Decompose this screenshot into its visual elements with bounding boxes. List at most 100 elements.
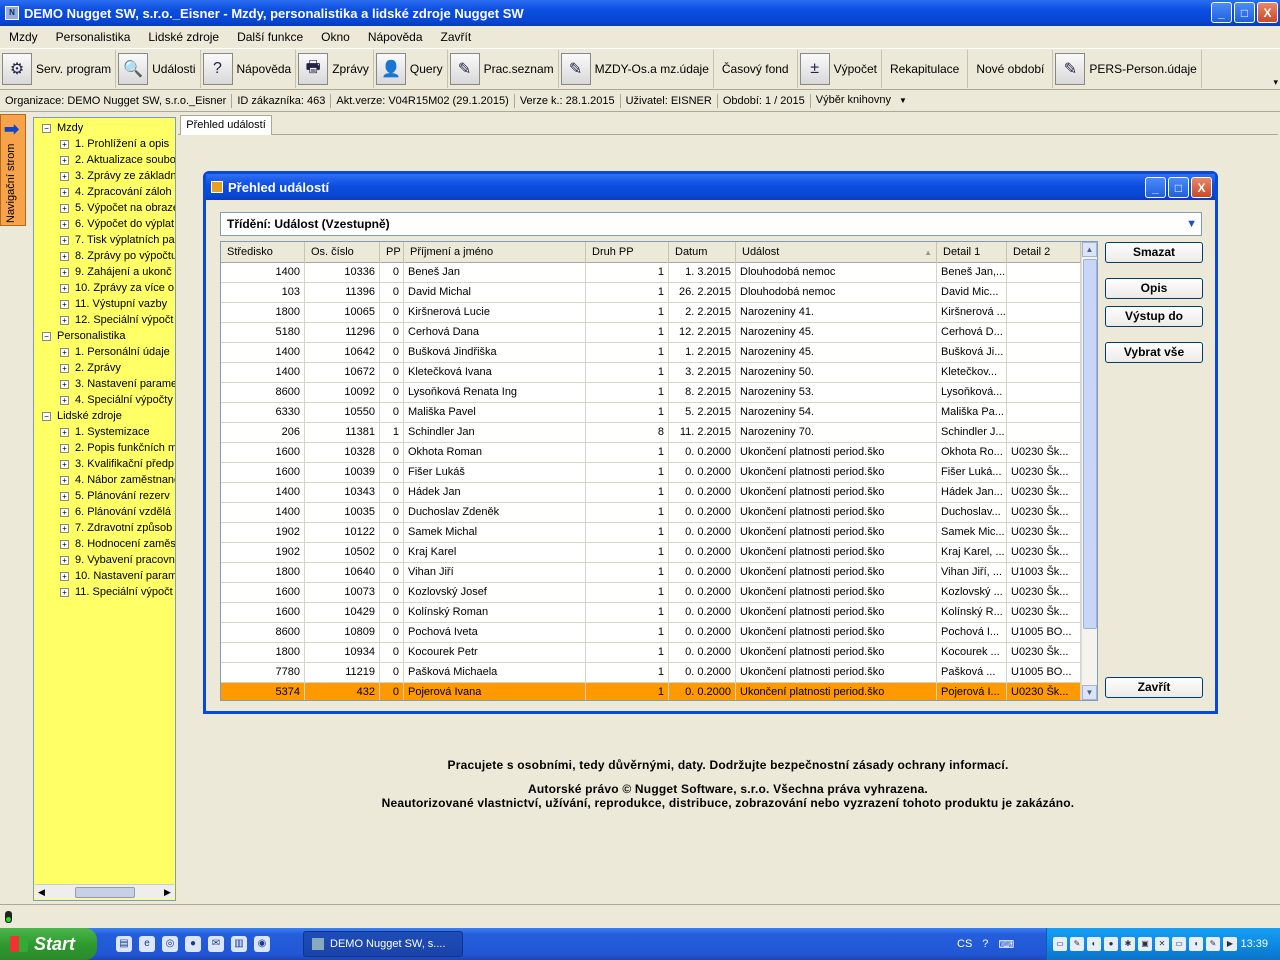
- table-row[interactable]: 8600 10809 0 Pochová Iveta 1 0. 0.2000 Ukončen…: [221, 623, 1081, 643]
- table-row[interactable]: 6330 10550 0 Mališka Pavel 1 5. 2.2015 Narozen…: [221, 403, 1081, 423]
- column-header[interactable]: Os. číslo: [305, 242, 380, 263]
- table-row[interactable]: 1600 10429 0 Kolínský Roman 1 0. 0.2000 Ukonče…: [221, 603, 1081, 623]
- expand-icon[interactable]: +: [60, 315, 69, 325]
- tree-item[interactable]: +8. Hodnocení zaměs: [60, 536, 175, 552]
- column-header[interactable]: PP: [380, 242, 404, 263]
- toolbar-overflow-icon[interactable]: ▾: [1273, 77, 1278, 88]
- collapse-icon[interactable]: −: [42, 123, 51, 133]
- toolbar-button-5[interactable]: ✎ Prac.seznam: [448, 50, 559, 88]
- expand-icon[interactable]: +: [60, 491, 69, 501]
- expand-icon[interactable]: +: [60, 363, 69, 373]
- expand-icon[interactable]: +: [60, 171, 69, 181]
- library-selector[interactable]: Výběr knihovny ▼: [811, 93, 917, 108]
- tray-app-icon[interactable]: ▣: [1138, 937, 1152, 951]
- expand-icon[interactable]: +: [60, 251, 69, 261]
- expand-icon[interactable]: +: [60, 347, 69, 357]
- table-row[interactable]: 103 11396 0 David Michal 1 26. 2.2015 Dlouhodo…: [221, 283, 1081, 303]
- help-icon[interactable]: ?: [982, 938, 988, 951]
- toolbar-button-0[interactable]: ⚙ Serv. program: [0, 50, 117, 88]
- language-bar[interactable]: CS ? ⌨: [957, 938, 1014, 951]
- toolbar-button-8[interactable]: ± Výpočet: [798, 50, 882, 88]
- tree-item[interactable]: +3. Nastavení parame: [60, 376, 175, 392]
- expand-icon[interactable]: +: [60, 427, 69, 437]
- tree-item[interactable]: +10. Nastavení param: [60, 568, 175, 584]
- column-header[interactable]: Příjmení a jméno: [404, 242, 586, 263]
- tree-item[interactable]: +5. Výpočet na obraze: [60, 200, 175, 216]
- tree-item[interactable]: +6. Plánování vzdělá: [60, 504, 171, 520]
- tree-item[interactable]: +2. Aktualizace soubo: [60, 152, 175, 168]
- collapse-icon[interactable]: −: [42, 411, 51, 421]
- menu-item-personalistika[interactable]: Personalistika: [47, 30, 140, 44]
- table-row[interactable]: 206 11381 1 Schindler Jan 8 11. 2.2015 Narozen…: [221, 423, 1081, 443]
- table-row[interactable]: 7780 11219 0 Pašková Michaela 1 0. 0.2000 Ukon…: [221, 663, 1081, 683]
- tree-item[interactable]: +11. Speciální výpočt: [60, 584, 173, 600]
- expand-icon[interactable]: +: [60, 443, 69, 453]
- table-row[interactable]: 1600 10073 0 Kozlovský Josef 1 0. 0.2000 Ukonč…: [221, 583, 1081, 603]
- tree-item[interactable]: +1. Prohlížení a opis: [60, 136, 169, 152]
- folder-icon[interactable]: ▤: [116, 936, 132, 952]
- table-row[interactable]: 1400 10035 0 Duchoslav Zdeněk 1 0. 0.2000 Ukon…: [221, 503, 1081, 523]
- table-row[interactable]: 1902 10122 0 Samek Michal 1 0. 0.2000 Ukončení…: [221, 523, 1081, 543]
- menu-item-dalsi-funkce[interactable]: Další funkce: [228, 30, 312, 44]
- tree-item[interactable]: +11. Výstupní vazby: [60, 296, 167, 312]
- taskbar-item-demo-nugget[interactable]: DEMO Nugget SW, s....: [303, 931, 463, 957]
- menu-item-napoveda[interactable]: Nápověda: [359, 30, 432, 44]
- tree-item[interactable]: +10. Zprávy za více o: [60, 280, 174, 296]
- column-header[interactable]: Detail 1: [937, 242, 1007, 263]
- table-row[interactable]: 1400 10672 0 Kletečková Ivana 1 3. 2.2015 Naro…: [221, 363, 1081, 383]
- tree-item[interactable]: − Mzdy: [42, 120, 83, 136]
- expand-icon[interactable]: +: [60, 219, 69, 229]
- tree-item[interactable]: +3. Kvalifikační předp: [60, 456, 174, 472]
- grid-vertical-scrollbar[interactable]: ▲ ▼: [1081, 242, 1097, 700]
- tree-item[interactable]: +7. Tisk výplatních pa: [60, 232, 175, 248]
- column-header[interactable]: Druh PP: [586, 242, 669, 263]
- table-row[interactable]: 1400 10343 0 Hádek Jan 1 0. 0.2000 Ukončení pl…: [221, 483, 1081, 503]
- maximize-button[interactable]: □: [1234, 2, 1255, 23]
- expand-icon[interactable]: +: [60, 299, 69, 309]
- output-button[interactable]: Výstup do: [1105, 306, 1203, 327]
- table-row[interactable]: 1600 10039 0 Fišer Lukáš 1 0. 0.2000 Ukončení …: [221, 463, 1081, 483]
- tray-app-icon[interactable]: ✕: [1155, 937, 1169, 951]
- table-row[interactable]: 1600 10328 0 Okhota Roman 1 0. 0.2000 Ukončení…: [221, 443, 1081, 463]
- tree-item[interactable]: +9. Vybavení pracovn: [60, 552, 175, 568]
- tray-app-icon[interactable]: ✱: [1121, 937, 1135, 951]
- dialog-minimize-button[interactable]: _: [1145, 177, 1166, 198]
- play-icon[interactable]: ▶: [1223, 937, 1237, 951]
- expand-icon[interactable]: +: [60, 203, 69, 213]
- expand-icon[interactable]: +: [60, 235, 69, 245]
- toolbar-button-6[interactable]: ✎ MZDY-Os.a mz.údaje: [559, 50, 714, 88]
- sort-selector[interactable]: Třídění: Událost (Vzestupně) ▼: [220, 212, 1202, 236]
- column-header[interactable]: Datum: [669, 242, 736, 263]
- tree-item[interactable]: +2. Zprávy: [60, 360, 121, 376]
- table-row[interactable]: 1800 10934 0 Kocourek Petr 1 0. 0.2000 Ukončen…: [221, 643, 1081, 663]
- tree-item[interactable]: +7. Zdravotní způsob: [60, 520, 172, 536]
- toolbar-button-2[interactable]: ? Nápověda: [201, 50, 297, 88]
- expand-icon[interactable]: +: [60, 283, 69, 293]
- tray-app-icon[interactable]: ✎: [1070, 937, 1084, 951]
- scroll-thumb[interactable]: [74, 886, 135, 898]
- menu-item-okno[interactable]: Okno: [312, 30, 359, 44]
- tree-item[interactable]: +4. Nábor zaměstnanc: [60, 472, 175, 488]
- minimize-button[interactable]: _: [1211, 2, 1232, 23]
- expand-icon[interactable]: +: [60, 379, 69, 389]
- table-row[interactable]: 5374 432 0 Pojerová Ivana 1 0. 0.2000 Ukončení…: [221, 683, 1081, 700]
- expand-icon[interactable]: +: [60, 267, 69, 277]
- tree-item[interactable]: − Lidské zdroje: [42, 408, 122, 424]
- table-row[interactable]: 1800 10065 0 Kiršnerová Lucie 1 2. 2.2015 Naro…: [221, 303, 1081, 323]
- tree-item[interactable]: − Personalistika: [42, 328, 125, 344]
- tab-prehled-udalosti[interactable]: Přehled událostí: [180, 115, 272, 135]
- expand-icon[interactable]: +: [60, 139, 69, 149]
- tree-item[interactable]: +9. Zahájení a ukonč: [60, 264, 172, 280]
- delete-button[interactable]: Smazat: [1105, 242, 1203, 263]
- toolbar-button-7[interactable]: Časový fond: [714, 50, 798, 88]
- toolbar-button-1[interactable]: 🔍 Události: [116, 50, 201, 88]
- table-row[interactable]: 1400 10336 0 Beneš Jan 1 1. 3.2015 Dlouhodobá …: [221, 263, 1081, 283]
- keyboard-icon[interactable]: ⌨: [998, 938, 1014, 951]
- tree-item[interactable]: +8. Zprávy po výpočtu: [60, 248, 175, 264]
- tray-app-icon[interactable]: ▭: [1172, 937, 1186, 951]
- table-row[interactable]: 1400 10642 0 Bušková Jindřiška 1 1. 2.2015 Nar…: [221, 343, 1081, 363]
- close-dialog-button[interactable]: Zavřít: [1105, 677, 1203, 698]
- column-header[interactable]: Středisko: [221, 242, 305, 263]
- dialog-maximize-button[interactable]: □: [1168, 177, 1189, 198]
- tree-item[interactable]: +4. Zpracování záloh: [60, 184, 172, 200]
